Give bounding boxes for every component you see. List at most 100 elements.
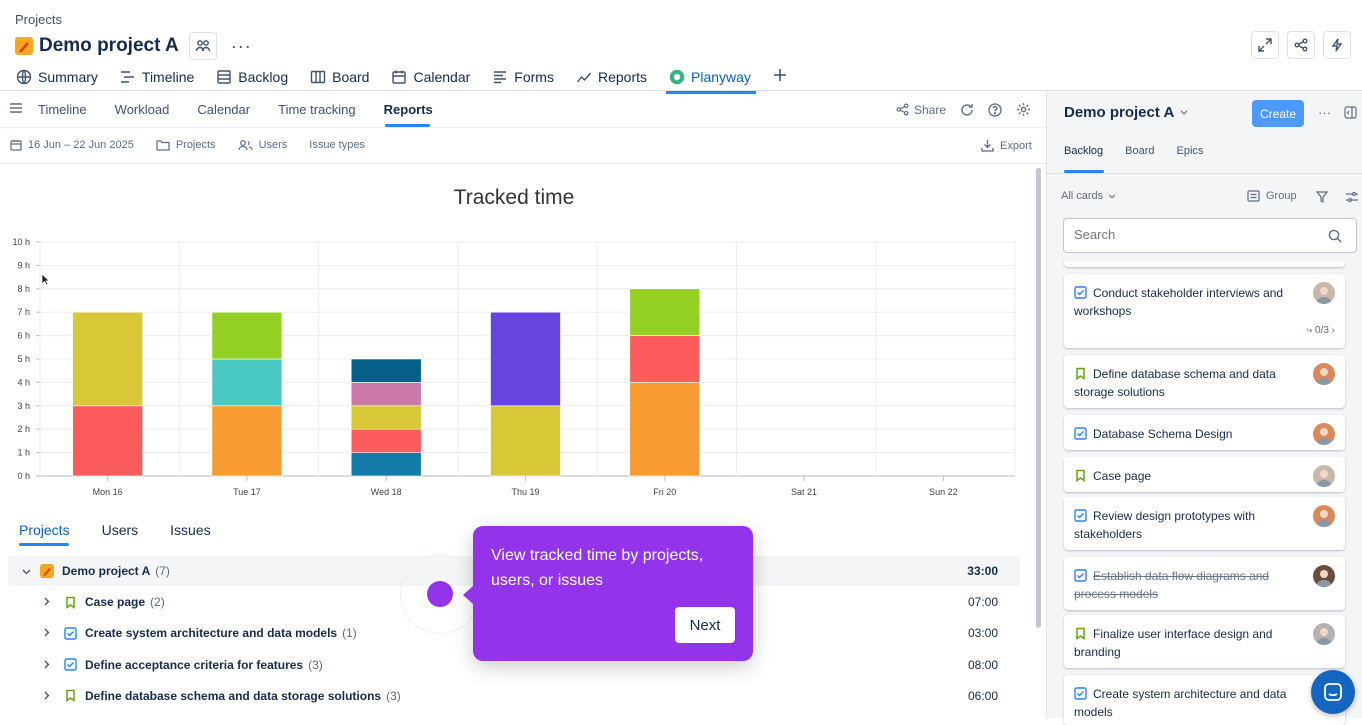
avatar (1313, 565, 1335, 587)
bottom-tab-issues[interactable]: Issues (170, 522, 210, 538)
avatar (1313, 363, 1335, 385)
bar-segment[interactable] (350, 358, 422, 383)
all-cards-dropdown[interactable]: All cards (1061, 190, 1116, 202)
bar-segment[interactable] (72, 311, 143, 407)
add-tab-icon[interactable] (773, 68, 787, 87)
card-title: Define database schema and data storage … (1074, 367, 1276, 399)
sidebar-title-dropdown[interactable]: Demo project A (1064, 104, 1188, 121)
projects-filter[interactable]: Projects (156, 139, 216, 151)
tab-calendar[interactable]: Calendar (391, 62, 470, 92)
bar-segment[interactable] (350, 428, 422, 453)
tab-planyway[interactable]: Planyway (666, 62, 756, 94)
tab-reports[interactable]: Reports (576, 62, 647, 92)
tab-label: Timeline (141, 69, 195, 85)
backlog-card[interactable]: Finalize user interface design and brand… (1064, 615, 1345, 668)
subtab-workload[interactable]: Workload (115, 102, 170, 117)
x-tick-label: Thu 19 (511, 487, 539, 497)
bar-segment[interactable] (350, 452, 422, 477)
y-tick-label: 5 h (17, 354, 30, 364)
subtab-reports[interactable]: Reports (384, 102, 433, 117)
search-input[interactable] (1074, 227, 1314, 242)
x-tick-label: Tue 17 (233, 487, 261, 497)
backlog-icon (217, 70, 231, 84)
breadcrumb[interactable]: Projects (15, 12, 62, 27)
subtab-calendar[interactable]: Calendar (197, 102, 250, 117)
search-field[interactable] (1063, 218, 1357, 253)
more-icon[interactable]: ··· (231, 36, 252, 57)
subtab-timeline[interactable]: Timeline (38, 102, 87, 117)
bottom-tab-projects[interactable]: Projects (19, 522, 70, 538)
sliders-icon[interactable] (1346, 191, 1358, 203)
bar-segment[interactable] (629, 288, 701, 336)
divider (1046, 173, 1362, 174)
help-icon[interactable] (988, 102, 1002, 117)
users-icon (237, 140, 253, 151)
card-title: Review design prototypes with stakeholde… (1074, 509, 1256, 541)
bar-segment[interactable] (72, 405, 143, 477)
date-range-filter[interactable]: 16 Jun – 22 Jun 2025 (10, 139, 134, 151)
chevron-right-icon[interactable] (44, 626, 54, 640)
chevron-right-icon[interactable] (44, 658, 54, 672)
tree-row[interactable]: Define database schema and data storage … (8, 681, 1020, 711)
expand-icon[interactable] (1251, 31, 1279, 59)
backlog-card[interactable]: Define database schema and data storage … (1064, 355, 1345, 408)
users-filter[interactable]: Users (237, 139, 287, 151)
sidebar-tab-backlog[interactable]: Backlog (1064, 145, 1103, 157)
spotlight-dot (427, 581, 453, 607)
backlog-card[interactable]: Conduct stakeholder interviews and works… (1064, 274, 1345, 348)
tooltip-next-button[interactable]: Next (675, 607, 735, 643)
bar-segment[interactable] (629, 382, 701, 477)
bar-segment[interactable] (629, 335, 701, 383)
tree-row-label: Define acceptance criteria for features (85, 657, 304, 672)
bar-segment[interactable] (211, 405, 283, 477)
tab-summary[interactable]: Summary (16, 62, 98, 92)
bar-segment[interactable] (350, 405, 422, 430)
y-tick-label: 4 h (17, 377, 30, 387)
bar-segment[interactable] (211, 311, 283, 360)
scrollbar[interactable] (1036, 168, 1041, 628)
backlog-card[interactable]: Establish data flow diagrams and process… (1064, 557, 1345, 610)
settings-icon[interactable] (1016, 102, 1031, 117)
group-button[interactable]: Group (1247, 190, 1297, 202)
team-icon[interactable] (188, 32, 217, 60)
bottom-tab-users[interactable]: Users (102, 522, 139, 538)
chat-launcher-button[interactable] (1311, 670, 1355, 714)
issue-types-filter[interactable]: Issue types (309, 139, 365, 151)
share-button[interactable]: Share (896, 103, 946, 117)
tab-forms[interactable]: Forms (492, 62, 554, 92)
backlog-card[interactable]: Case page (1064, 457, 1345, 492)
bar-segment[interactable] (350, 382, 422, 407)
filter-icon[interactable] (1316, 191, 1328, 203)
tree-row-count: (1) (342, 626, 357, 641)
task-icon (1074, 427, 1087, 440)
tab-board[interactable]: Board (310, 62, 369, 92)
subtab-time-tracking[interactable]: Time tracking (278, 102, 356, 117)
y-tick-label: 10 h (12, 237, 30, 247)
tree-root-count: (7) (155, 564, 170, 578)
bar-segment[interactable] (490, 311, 561, 407)
refresh-icon[interactable] (960, 103, 974, 117)
collapse-panel-icon[interactable] (1344, 106, 1357, 124)
chevron-right-icon[interactable] (44, 595, 54, 609)
sidebar-tab-board[interactable]: Board (1125, 145, 1154, 157)
lightning-icon[interactable] (1323, 31, 1351, 59)
x-tick-label: Wed 18 (371, 487, 402, 497)
bar-segment[interactable] (211, 358, 283, 407)
tab-timeline[interactable]: Timeline (120, 62, 194, 92)
avatar (1313, 465, 1335, 487)
menu-icon[interactable] (10, 100, 24, 118)
export-button[interactable]: Export (981, 139, 1032, 152)
chevron-right-icon[interactable] (44, 689, 54, 703)
share-icon[interactable] (1287, 31, 1315, 59)
create-button[interactable]: Create (1252, 100, 1304, 127)
divider (0, 163, 1046, 164)
planyway-icon (669, 69, 685, 85)
chevron-down-icon[interactable] (22, 564, 34, 578)
tab-backlog[interactable]: Backlog (216, 62, 288, 92)
bar-segment[interactable] (490, 405, 561, 477)
backlog-card[interactable]: Database Schema Design (1064, 415, 1345, 450)
more-icon[interactable]: ··· (1318, 105, 1331, 120)
chevron-down-icon (1108, 193, 1116, 199)
backlog-card[interactable]: Review design prototypes with stakeholde… (1064, 497, 1345, 550)
sidebar-tab-epics[interactable]: Epics (1177, 145, 1204, 157)
